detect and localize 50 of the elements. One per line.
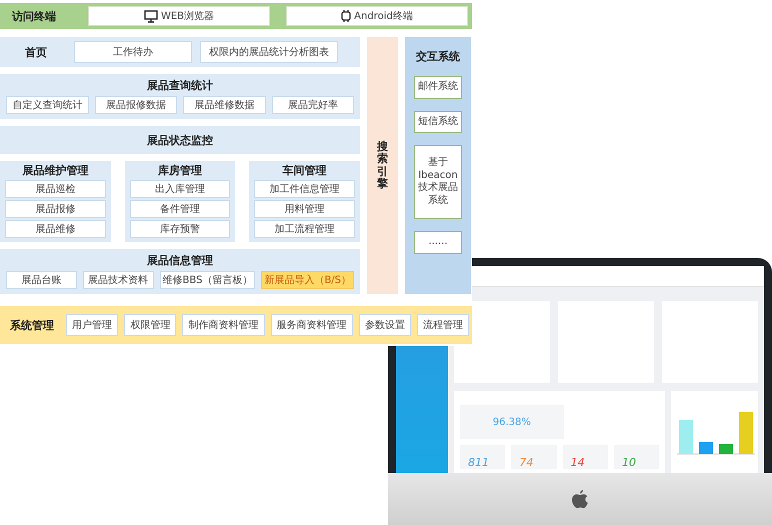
search-engine-label: 搜索引擎 — [377, 141, 388, 190]
monitor-icon — [144, 10, 158, 22]
panel-title: 系统管理 — [10, 318, 54, 332]
module-box: 权限内的展品统计分析图表 — [200, 41, 338, 63]
module-box: 展品技术资料 — [82, 271, 154, 289]
module-box: 展品维修 — [5, 220, 106, 238]
module-box: ...... — [414, 231, 462, 254]
module-box: 备件管理 — [130, 200, 230, 218]
panel-title: 展品信息管理 — [146, 253, 214, 268]
module-box: 新展品导入（B/S） — [261, 271, 354, 289]
stat-value: 74 — [519, 456, 534, 469]
module-box: 权限管理 — [124, 314, 176, 336]
module-box: 维修BBS（留言板） — [160, 271, 256, 289]
panel-title: 展品查询统计 — [146, 78, 214, 93]
module-box: 流程管理 — [416, 314, 470, 336]
module-box: 邮件系统 — [414, 76, 462, 98]
module-box: 短信系统 — [414, 110, 462, 133]
terminal-label: WEB浏览器 — [160, 10, 214, 23]
module-box: 展品台账 — [6, 271, 77, 289]
module-box: 用料管理 — [254, 200, 356, 218]
module-box: 展品完好率 — [272, 96, 354, 114]
stat-value: 14 — [570, 456, 585, 469]
module-box: 自定义查询统计 — [6, 96, 88, 114]
panel-title: 首页 — [24, 44, 48, 60]
module-box: 出入库管理 — [130, 180, 230, 198]
panel-title: 展品状态监控 — [147, 132, 213, 148]
access-title: 访问终端 — [12, 8, 57, 24]
module-box: 基于Ibeacon技术展品系统 — [414, 145, 462, 219]
terminal-label: Android终端 — [354, 10, 413, 23]
stat-value: 811 — [468, 456, 489, 469]
module-box: 展品报修 — [5, 200, 106, 218]
module-box: 服务商资料管理 — [270, 314, 353, 336]
module-box: 参数设置 — [358, 314, 411, 336]
module-box: 展品报修数据 — [94, 96, 177, 114]
panel-title: 交互系统 — [416, 49, 460, 64]
stat-value: 10 — [622, 456, 636, 469]
apple-icon — [571, 488, 589, 510]
module-box: 加工流程管理 — [254, 220, 356, 238]
module-box: 展品维修数据 — [183, 96, 266, 114]
module-box: 库存预警 — [130, 220, 230, 238]
robot-icon — [341, 9, 352, 23]
module-box: 加工件信息管理 — [254, 180, 356, 198]
panel-title: 车间管理 — [282, 163, 328, 178]
module-box: 工作待办 — [74, 41, 192, 63]
rate-value: 96.38% — [492, 416, 531, 428]
module-box: 制作商资料管理 — [182, 314, 265, 336]
module-box: 展品巡检 — [5, 180, 106, 198]
panel-title: 展品维护管理 — [21, 163, 90, 178]
module-box: 用户管理 — [66, 314, 118, 336]
panel-title: 库房管理 — [157, 163, 203, 178]
